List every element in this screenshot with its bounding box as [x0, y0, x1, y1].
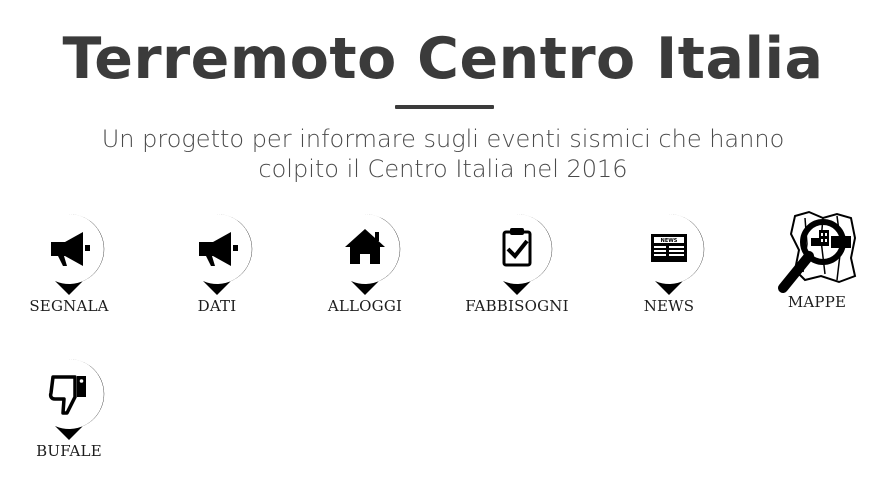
house-pin-icon	[337, 213, 401, 295]
megaphone-pin-icon	[189, 213, 253, 295]
map-magnifier-icon	[778, 210, 857, 293]
clipboard-check-pin-icon	[489, 213, 553, 295]
news-badge-text: NEWS	[661, 238, 678, 244]
thumbs-down-pin-icon	[41, 358, 105, 440]
title-divider	[395, 105, 494, 109]
menu-item-alloggi[interactable]: ALLOGGI	[290, 212, 440, 315]
menu-item-dati[interactable]: DATI	[142, 212, 292, 315]
newspaper-pin-icon: NEWS	[641, 213, 705, 295]
menu-item-label: ALLOGGI	[327, 297, 403, 315]
menu-item-segnala[interactable]: SEGNALA	[0, 212, 144, 315]
menu-item-mappe[interactable]: MAPPE	[742, 210, 892, 311]
menu-item-label: NEWS	[643, 297, 695, 315]
menu-item-label: BUFALE	[36, 442, 102, 460]
page-title: Terremoto Centro Italia	[62, 26, 824, 92]
menu-item-bufale[interactable]: BUFALE	[0, 357, 144, 460]
megaphone-pin-icon	[41, 213, 105, 295]
menu-item-news[interactable]: NEWS NEWS	[594, 212, 744, 315]
menu-item-label: DATI	[197, 297, 237, 315]
menu-item-label: SEGNALA	[29, 297, 109, 315]
menu-item-label: FABBISOGNI	[465, 297, 569, 315]
page-subtitle: Un progetto per informare sugli eventi s…	[101, 125, 785, 183]
page: Terremoto Centro Italia Un progetto per …	[0, 0, 896, 497]
menu-item-fabbisogni[interactable]: FABBISOGNI	[442, 212, 592, 315]
menu-item-label: MAPPE	[787, 293, 847, 311]
